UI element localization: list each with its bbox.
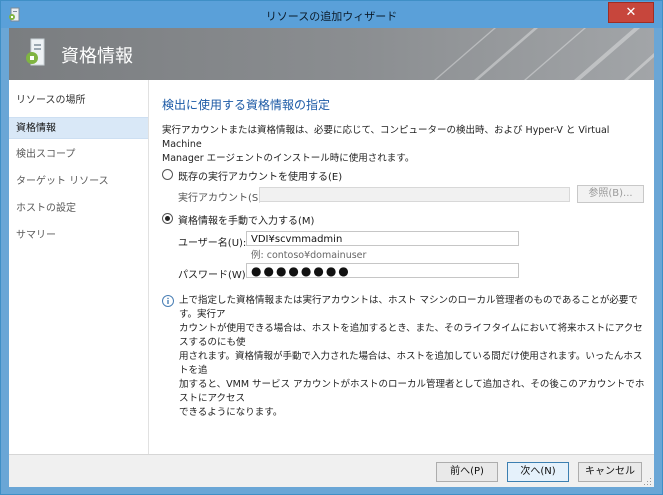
button-bar: 前へ(P) 次へ(N) キャンセル [9, 454, 654, 487]
info-line-4: 加すると、VMM サービス アカウントがホストのローカル管理者として追加され、そ… [179, 379, 645, 404]
resize-grip-icon[interactable] [644, 478, 652, 486]
credentials-panel: 検出に使用する資格情報の指定 実行アカウントまたは資格情報は、必要に応じて、コン… [149, 80, 654, 454]
username-label: ユーザー名(U): [178, 238, 247, 249]
info-icon [162, 295, 174, 307]
run-as-account-field[interactable] [259, 187, 570, 202]
page-title: 資格情報 [61, 46, 133, 67]
manual-credentials-label[interactable]: 資格情報を手動で入力する(M) [178, 212, 314, 227]
existing-account-label[interactable]: 既存の実行アカウントを使用する(E) [178, 168, 342, 183]
header-decoration [434, 28, 654, 80]
window-title: リソースの追加ウィザード [265, 10, 398, 23]
info-line-5: できるようになります。 [179, 407, 283, 418]
info-message: 上で指定した資格情報または実行アカウントは、ホスト マシンのローカル管理者のもの… [179, 294, 645, 420]
password-input[interactable]: ●●●●●●●● [246, 263, 519, 278]
cancel-button[interactable]: キャンセル [578, 462, 642, 482]
section-title: 検出に使用する資格情報の指定 [162, 98, 331, 112]
title-bar[interactable]: リソースの追加ウィザード ✕ [1, 1, 662, 28]
wizard-header: 資格情報 [9, 28, 654, 80]
back-button[interactable]: 前へ(P) [436, 462, 498, 482]
nav-item-discovery-scope[interactable]: 検出スコープ [9, 144, 148, 166]
wizard-window: リソースの追加ウィザード ✕ 資格情報 リソースの場所 資格情報 検出スコープ … [0, 0, 663, 495]
username-input[interactable]: VDI¥scvmmadmin [246, 231, 519, 246]
content-area: リソースの場所 資格情報 検出スコープ ターゲット リソース ホストの設定 サマ… [9, 80, 654, 454]
description-line-2: Manager エージェントのインストール時に使用されます。 [162, 153, 415, 164]
nav-item-target-resources[interactable]: ターゲット リソース [9, 171, 148, 193]
browse-button[interactable]: 参照(B)... [577, 185, 644, 203]
info-line-1: 上で指定した資格情報または実行アカウントは、ホスト マシンのローカル管理者のもの… [179, 295, 638, 320]
manual-credentials-radio[interactable] [162, 213, 173, 224]
nav-item-resource-location[interactable]: リソースの場所 [9, 90, 148, 112]
nav-item-credentials[interactable]: 資格情報 [9, 117, 148, 139]
password-label: パスワード(W): [178, 270, 250, 281]
nav-item-summary[interactable]: サマリー [9, 225, 148, 247]
description-line-1: 実行アカウントまたは資格情報は、必要に応じて、コンピューターの検出時、および H… [162, 125, 610, 150]
run-as-account-label: 実行アカウント(S): [178, 193, 266, 204]
close-button[interactable]: ✕ [608, 2, 654, 23]
info-line-3: 用されます。資格情報が手動で入力された場合は、ホストを追加している間だけ使用され… [179, 351, 643, 376]
server-key-icon [26, 38, 45, 66]
description-text: 実行アカウントまたは資格情報は、必要に応じて、コンピューターの検出時、および H… [162, 124, 642, 166]
info-line-2: カウントが使用できる場合は、ホストを追加するとき、また、そのライフタイムにおいて… [179, 323, 643, 348]
existing-account-radio[interactable] [162, 169, 173, 180]
nav-item-host-settings[interactable]: ホストの設定 [9, 198, 148, 220]
username-example: 例: contoso¥domainuser [251, 250, 367, 261]
wizard-nav: リソースの場所 資格情報 検出スコープ ターゲット リソース ホストの設定 サマ… [9, 80, 149, 454]
next-button[interactable]: 次へ(N) [507, 462, 569, 482]
